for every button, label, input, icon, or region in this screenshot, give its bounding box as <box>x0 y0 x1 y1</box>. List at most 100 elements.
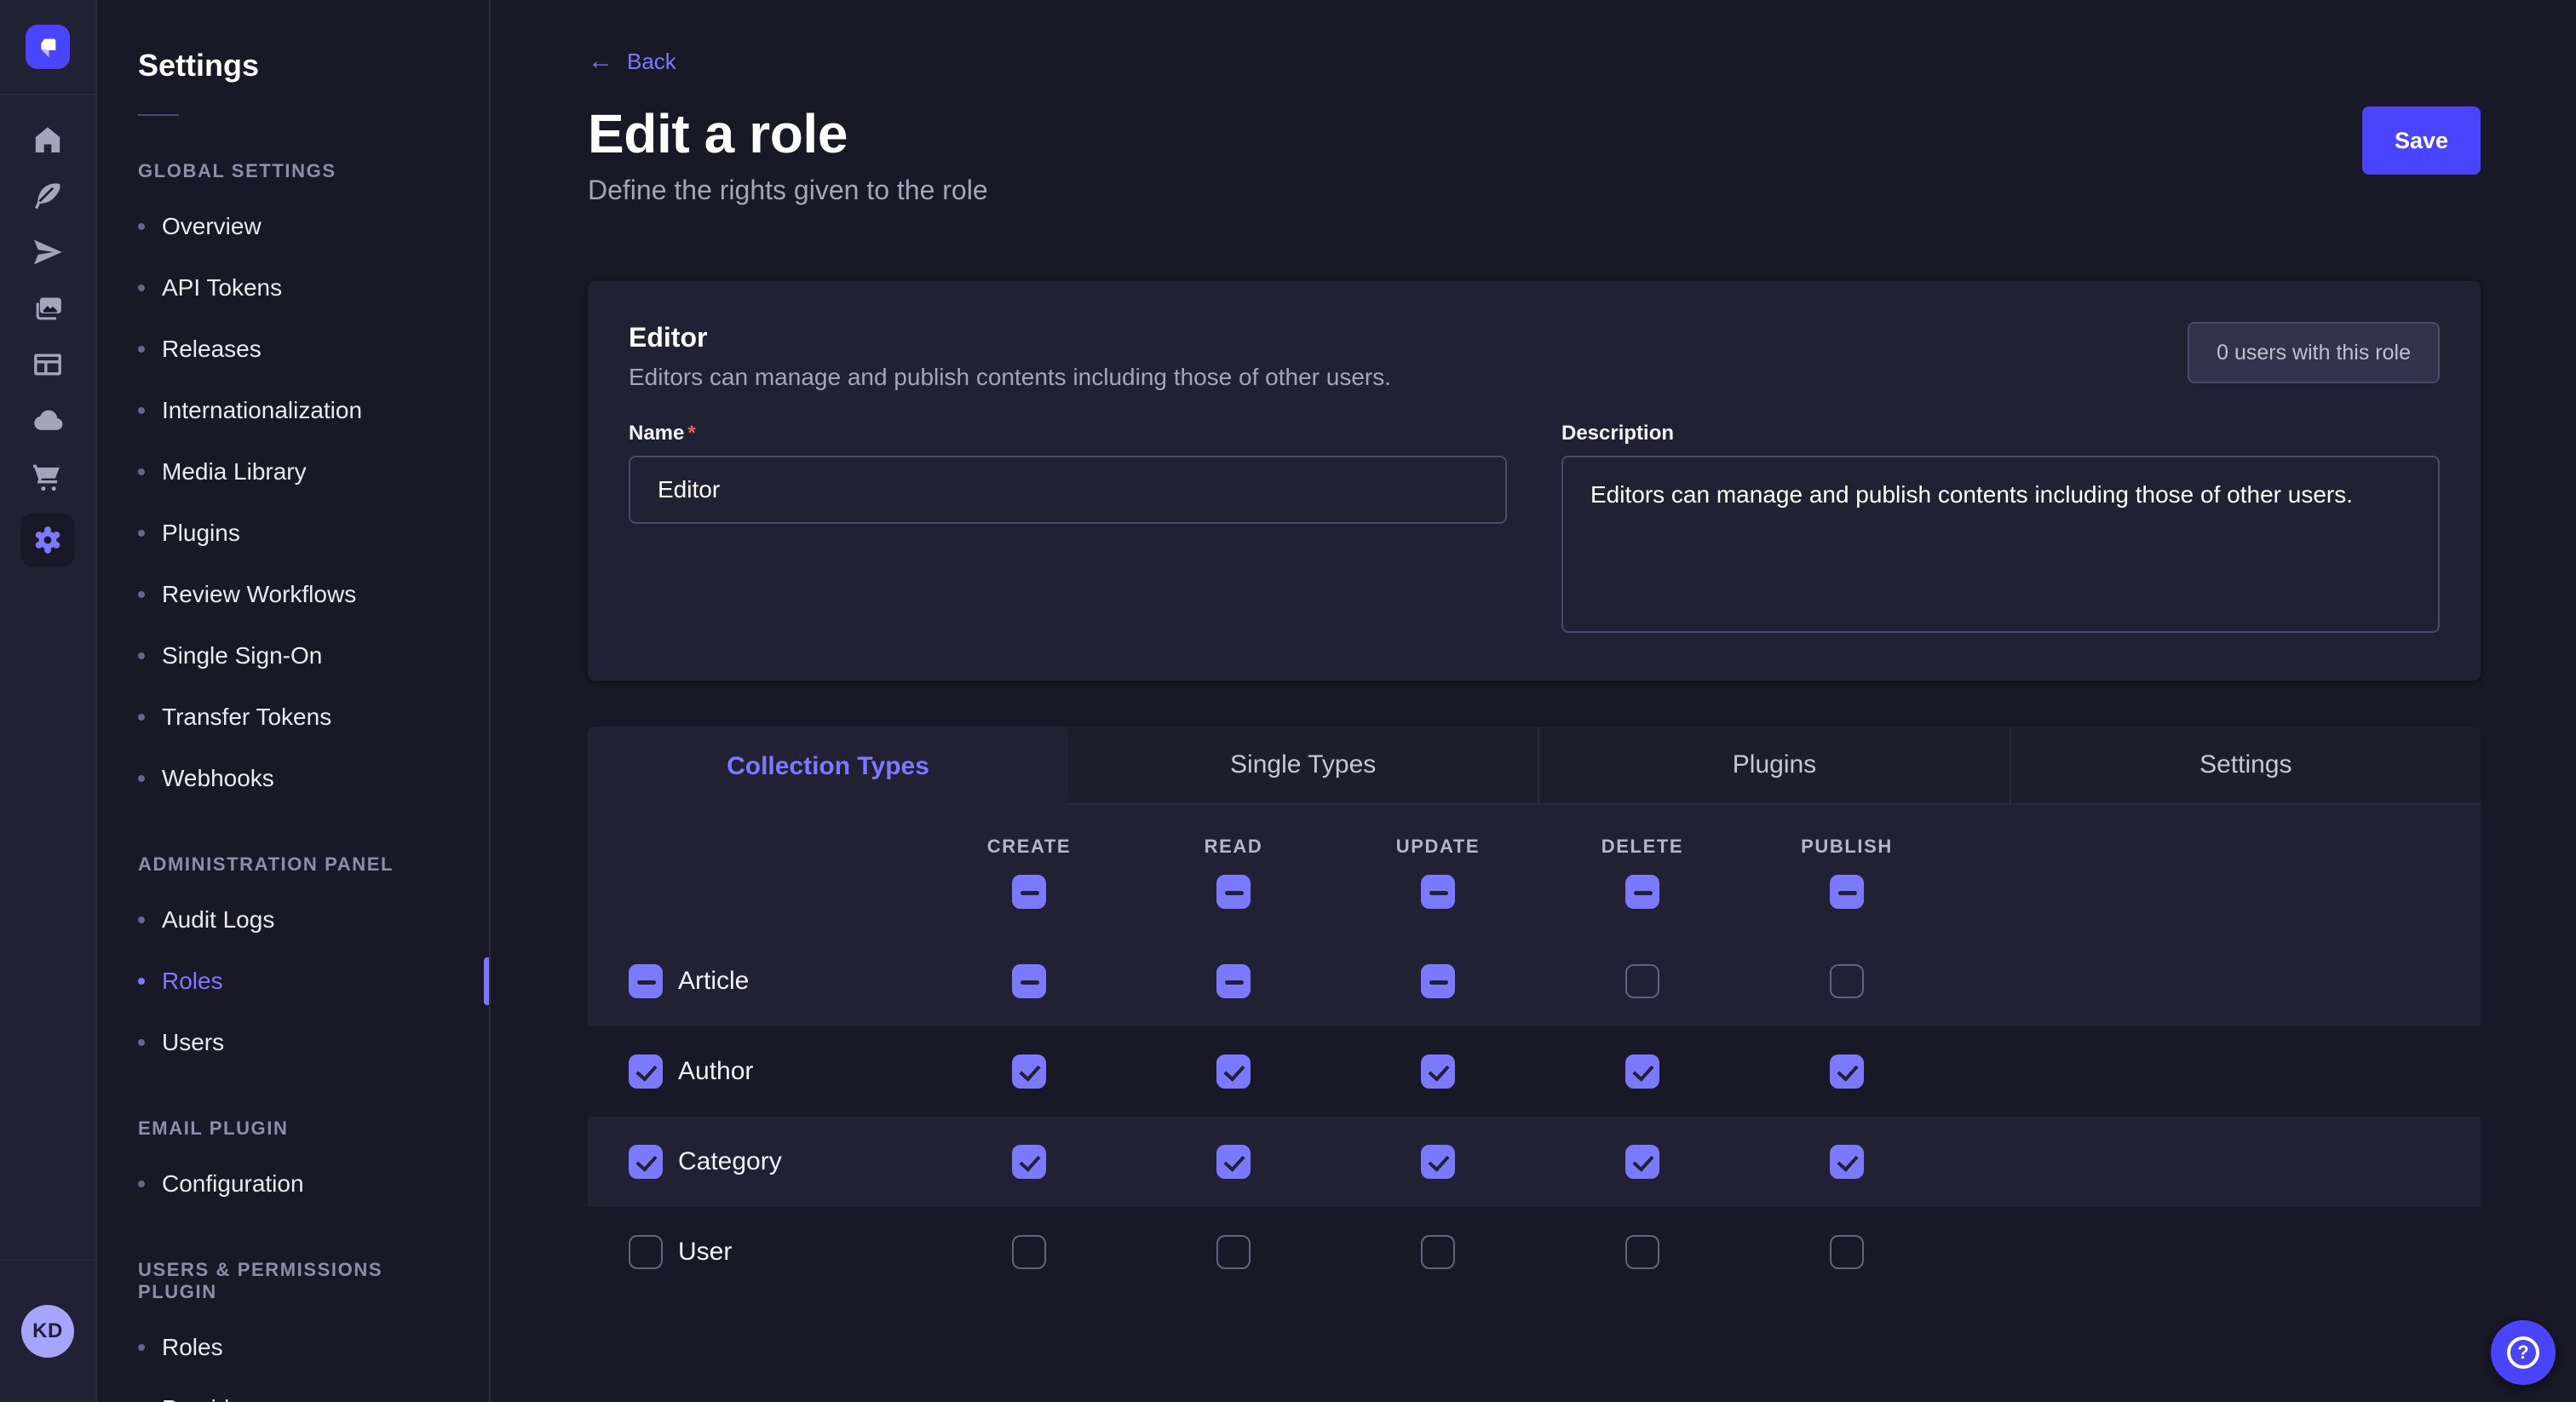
cloud-icon[interactable] <box>20 400 75 441</box>
users-with-role-badge[interactable]: 0 users with this role <box>2188 322 2440 383</box>
sidebar-item-releases[interactable]: Releases <box>97 319 489 380</box>
strapi-logo[interactable] <box>26 25 70 69</box>
feather-icon[interactable] <box>20 175 75 216</box>
permission-checkbox-delete[interactable] <box>1625 964 1659 998</box>
column-update: UPDATE <box>1336 836 1540 909</box>
permission-checkbox-read[interactable] <box>1216 964 1251 998</box>
sidebar-item-label: Transfer Tokens <box>162 704 331 731</box>
tab-plugins[interactable]: Plugins <box>1538 727 2009 803</box>
permission-checkbox-publish[interactable] <box>1830 964 1864 998</box>
permission-checkbox-read[interactable] <box>1216 1235 1251 1269</box>
sidebar-item-roles-up[interactable]: Roles <box>97 1317 489 1378</box>
strapi-logo-glyph <box>34 33 61 60</box>
table-row-article: Article <box>588 936 2481 1026</box>
select-all-update-checkbox[interactable] <box>1421 875 1455 909</box>
page-header-text: Edit a role Define the rights given to t… <box>588 100 988 206</box>
permissions-panel: CREATE READ UPDATE DELETE PUBLISH Articl… <box>588 805 2481 1297</box>
row-select-checkbox[interactable] <box>629 964 663 998</box>
description-textarea[interactable]: Editors can manage and publish contents … <box>1561 456 2440 633</box>
bullet-icon <box>138 916 145 923</box>
home-icon[interactable] <box>20 119 75 160</box>
permission-checkbox-delete[interactable] <box>1625 1235 1659 1269</box>
tab-single-types[interactable]: Single Types <box>1068 727 1538 803</box>
description-field-label: Description <box>1561 422 2440 445</box>
permission-checkbox-update[interactable] <box>1421 964 1455 998</box>
permission-checkbox-create[interactable] <box>1012 1054 1046 1089</box>
permission-checkbox-create[interactable] <box>1012 1235 1046 1269</box>
bullet-icon <box>138 530 145 537</box>
permission-checkbox-publish[interactable] <box>1830 1145 1864 1179</box>
role-info-card: Editor Editors can manage and publish co… <box>588 281 2481 681</box>
sidebar-item-internationalization[interactable]: Internationalization <box>97 380 489 441</box>
column-publish: PUBLISH <box>1745 836 1949 909</box>
back-link[interactable]: ←Back <box>588 49 676 75</box>
table-row-category: Category <box>588 1117 2481 1207</box>
sidebar-item-label: Internationalization <box>162 397 362 424</box>
marketplace-cart-icon[interactable] <box>20 457 75 497</box>
permission-checkbox-read[interactable] <box>1216 1145 1251 1179</box>
select-all-read-checkbox[interactable] <box>1216 875 1251 909</box>
permission-checkbox-update[interactable] <box>1421 1235 1455 1269</box>
section-header: EMAIL PLUGIN <box>97 1118 489 1140</box>
permission-checkbox-delete[interactable] <box>1625 1054 1659 1089</box>
permission-checkbox-publish[interactable] <box>1830 1235 1864 1269</box>
permissions-header-row: CREATE READ UPDATE DELETE PUBLISH <box>588 805 2481 936</box>
sidebar-item-plugins[interactable]: Plugins <box>97 503 489 564</box>
column-read: READ <box>1131 836 1336 909</box>
settings-subnav: Settings GLOBAL SETTINGS Overview API To… <box>97 0 491 1402</box>
permission-checkbox-update[interactable] <box>1421 1145 1455 1179</box>
sidebar-item-single-sign-on[interactable]: Single Sign-On <box>97 625 489 687</box>
sidebar-item-roles-admin[interactable]: Roles <box>97 951 489 1012</box>
permission-checkbox-delete[interactable] <box>1625 1145 1659 1179</box>
permission-checkbox-create[interactable] <box>1012 1145 1046 1179</box>
row-select-checkbox[interactable] <box>629 1235 663 1269</box>
permission-checkbox-read[interactable] <box>1216 1054 1251 1089</box>
sidebar-item-media-library[interactable]: Media Library <box>97 441 489 503</box>
bullet-icon <box>138 1181 145 1187</box>
row-select-checkbox[interactable] <box>629 1145 663 1179</box>
sidebar-item-label: Review Workflows <box>162 581 356 608</box>
sidebar-item-transfer-tokens[interactable]: Transfer Tokens <box>97 687 489 748</box>
table-row-author: Author <box>588 1026 2481 1117</box>
description-label-text: Description <box>1561 422 1674 445</box>
section-email-plugin: EMAIL PLUGIN Configuration <box>97 1118 489 1215</box>
save-button[interactable]: Save <box>2362 106 2481 175</box>
tab-settings[interactable]: Settings <box>2010 727 2481 803</box>
name-input[interactable] <box>629 456 1507 524</box>
select-all-delete-checkbox[interactable] <box>1625 875 1659 909</box>
main-content: ←Back Edit a role Define the rights give… <box>491 0 2576 1402</box>
permission-checkbox-update[interactable] <box>1421 1054 1455 1089</box>
sidebar-item-label: Single Sign-On <box>162 642 322 669</box>
permissions-section: Collection Types Single Types Plugins Se… <box>588 727 2481 1297</box>
bullet-icon <box>138 591 145 598</box>
select-all-publish-checkbox[interactable] <box>1830 875 1864 909</box>
content-manager-icon[interactable] <box>20 344 75 385</box>
nav-list: Audit Logs Roles Users <box>97 889 489 1073</box>
sidebar-item-label: Releases <box>162 336 262 363</box>
content-type-name: Author <box>678 1057 753 1086</box>
bullet-icon <box>138 978 145 985</box>
sidebar-item-webhooks[interactable]: Webhooks <box>97 748 489 809</box>
sidebar-item-providers[interactable]: Providers <box>97 1378 489 1402</box>
permission-checkbox-create[interactable] <box>1012 964 1046 998</box>
sidebar-item-overview[interactable]: Overview <box>97 196 489 257</box>
table-row-user: User <box>588 1207 2481 1297</box>
media-library-icon[interactable] <box>20 288 75 329</box>
sidebar-item-review-workflows[interactable]: Review Workflows <box>97 564 489 625</box>
sidebar-item-api-tokens[interactable]: API Tokens <box>97 257 489 319</box>
sidebar-item-audit-logs[interactable]: Audit Logs <box>97 889 489 951</box>
row-label: Category <box>629 1145 927 1179</box>
sidebar-item-users[interactable]: Users <box>97 1012 489 1073</box>
settings-gear-icon[interactable] <box>20 513 75 567</box>
sidebar-item-configuration[interactable]: Configuration <box>97 1153 489 1215</box>
paper-plane-icon[interactable] <box>20 232 75 273</box>
select-all-create-checkbox[interactable] <box>1012 875 1046 909</box>
column-delete: DELETE <box>1540 836 1745 909</box>
permission-checkbox-publish[interactable] <box>1830 1054 1864 1089</box>
bullet-icon <box>138 284 145 291</box>
user-avatar[interactable]: KD <box>21 1305 74 1358</box>
tab-collection-types[interactable]: Collection Types <box>588 727 1068 807</box>
help-button[interactable]: ? <box>2491 1320 2556 1385</box>
row-select-checkbox[interactable] <box>629 1054 663 1089</box>
page-subtitle: Define the rights given to the role <box>588 175 988 206</box>
